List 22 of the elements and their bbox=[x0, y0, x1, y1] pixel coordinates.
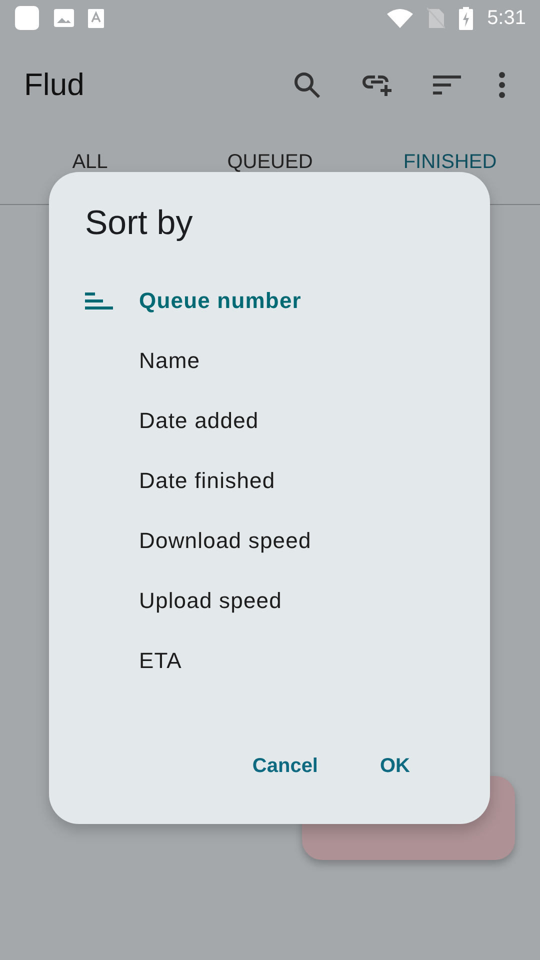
sort-option[interactable]: Date added bbox=[85, 391, 454, 451]
sort-ascending-icon bbox=[85, 292, 113, 310]
sort-option[interactable]: Download speed bbox=[85, 511, 454, 571]
sort-option[interactable]: Date finished bbox=[85, 451, 454, 511]
dialog-button[interactable]: Cancel bbox=[240, 747, 330, 786]
clock: 5:31 bbox=[487, 6, 526, 30]
sort-option[interactable]: Name bbox=[85, 331, 454, 391]
no-sim-icon bbox=[427, 7, 446, 29]
dialog-title: Sort by bbox=[85, 204, 194, 243]
dialog-button[interactable]: OK bbox=[368, 747, 422, 786]
text-icon bbox=[88, 8, 104, 28]
battery-icon bbox=[459, 6, 474, 30]
sort-option[interactable]: ETA bbox=[85, 631, 454, 691]
app-title: Flud bbox=[24, 67, 86, 103]
sort-option[interactable]: Upload speed bbox=[85, 571, 454, 631]
image-icon bbox=[54, 9, 74, 27]
notification-icon bbox=[14, 5, 40, 31]
more-icon[interactable] bbox=[498, 72, 506, 98]
sort-icon[interactable] bbox=[433, 75, 461, 95]
sort-option[interactable]: Queue number bbox=[85, 271, 454, 331]
wifi-icon bbox=[387, 8, 414, 28]
search-icon[interactable] bbox=[293, 71, 321, 99]
